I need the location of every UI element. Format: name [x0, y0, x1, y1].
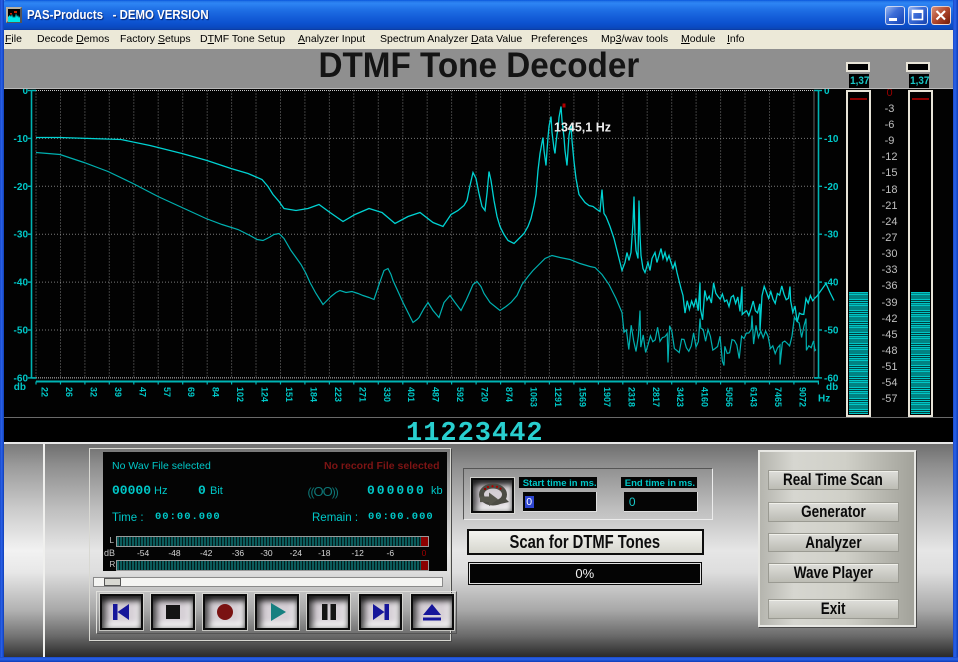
svg-text:151: 151: [284, 387, 294, 402]
svg-text:Hz: Hz: [818, 393, 830, 404]
svg-text:5056: 5056: [724, 387, 734, 407]
svg-text:57: 57: [162, 387, 172, 397]
svg-text:487: 487: [431, 387, 441, 402]
svg-text:1291: 1291: [553, 387, 563, 407]
svg-text:720: 720: [480, 387, 490, 402]
svg-text:184: 184: [308, 387, 318, 402]
svg-text:db: db: [14, 382, 26, 393]
svg-text:874: 874: [504, 387, 514, 402]
svg-text:26: 26: [64, 387, 74, 397]
svg-text:0: 0: [824, 89, 830, 97]
svg-text:7465: 7465: [773, 387, 783, 407]
svg-text:-10: -10: [14, 133, 29, 144]
svg-text:102: 102: [235, 387, 245, 402]
svg-text:47: 47: [137, 387, 147, 397]
svg-text:3423: 3423: [675, 387, 685, 407]
svg-text:84: 84: [211, 387, 221, 397]
svg-text:2817: 2817: [651, 387, 661, 407]
svg-text:32: 32: [88, 387, 98, 397]
svg-text:401: 401: [406, 387, 416, 402]
svg-text:-10: -10: [824, 133, 839, 144]
svg-text:22: 22: [40, 387, 50, 397]
svg-text:-20: -20: [824, 181, 839, 192]
svg-text:-40: -40: [14, 277, 29, 288]
svg-text:0: 0: [22, 89, 28, 97]
svg-text:1345,1 Hz: 1345,1 Hz: [554, 120, 611, 134]
svg-text:39: 39: [113, 387, 123, 397]
svg-text:-50: -50: [14, 325, 29, 336]
svg-text:330: 330: [382, 387, 392, 402]
svg-text:-30: -30: [14, 229, 29, 240]
svg-text:592: 592: [455, 387, 465, 402]
svg-text:-20: -20: [14, 181, 29, 192]
svg-text:2318: 2318: [626, 387, 636, 407]
svg-text:-50: -50: [824, 325, 839, 336]
svg-text:69: 69: [186, 387, 196, 397]
svg-text:-30: -30: [824, 229, 839, 240]
svg-text:1063: 1063: [529, 387, 539, 407]
svg-text:1907: 1907: [602, 387, 612, 407]
svg-text:9072: 9072: [797, 387, 807, 407]
svg-text:db: db: [826, 382, 838, 393]
svg-text:6143: 6143: [749, 387, 759, 407]
svg-text:271: 271: [357, 387, 367, 402]
svg-text:4160: 4160: [700, 387, 710, 407]
svg-text:223: 223: [333, 387, 343, 402]
svg-text:1569: 1569: [577, 387, 587, 407]
svg-text:124: 124: [260, 387, 270, 402]
